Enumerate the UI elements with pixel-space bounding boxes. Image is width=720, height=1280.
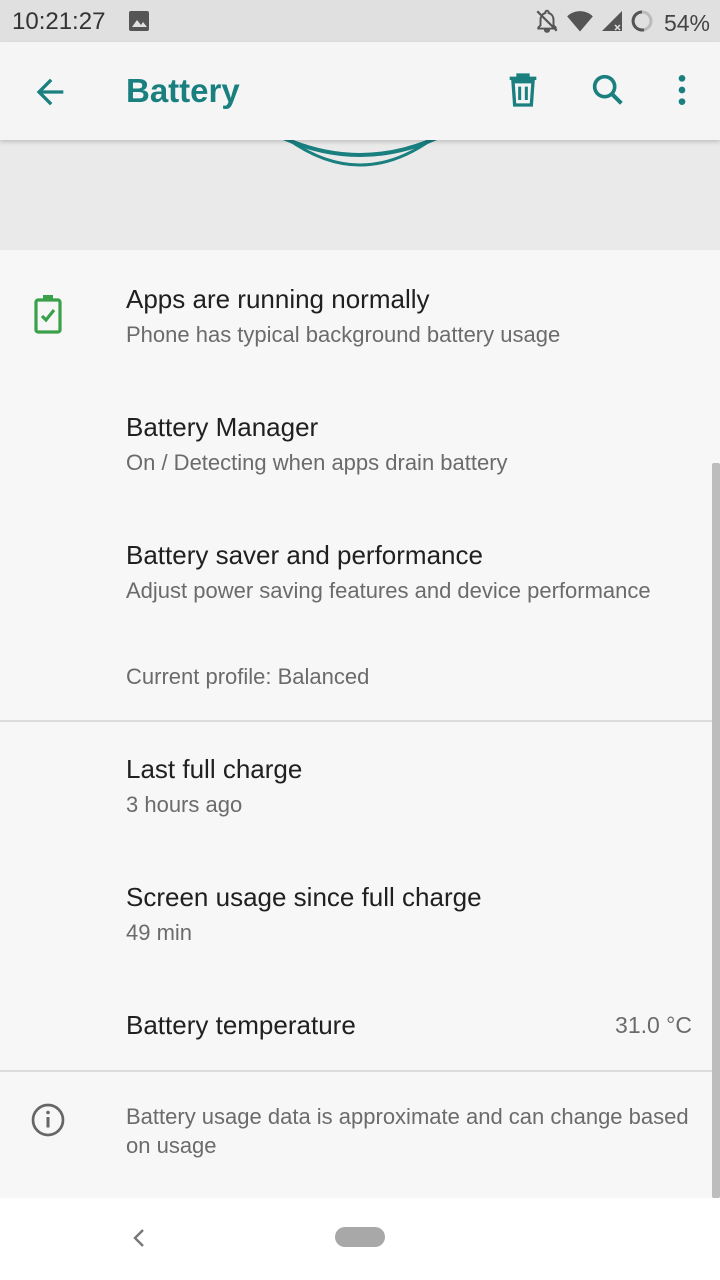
- battery-percent: 54%: [663, 10, 710, 36]
- battery-temperature-title: Battery temperature: [126, 1010, 356, 1040]
- nav-home-pill[interactable]: [335, 1227, 385, 1247]
- navigation-bar: [0, 1198, 720, 1280]
- cellular-signal-icon: [600, 9, 624, 38]
- screen-usage-title: Screen usage since full charge: [126, 882, 482, 912]
- list-item-last-full-charge[interactable]: Last full charge 3 hours ago: [0, 722, 720, 850]
- battery-saver-subtitle: Adjust power saving features and device …: [126, 578, 651, 603]
- last-full-charge-title: Last full charge: [126, 754, 303, 784]
- battery-saver-profile: Current profile: Balanced: [126, 664, 370, 689]
- info-icon: [30, 1102, 66, 1143]
- wifi-icon: [566, 8, 594, 39]
- page-title: Battery: [126, 72, 240, 109]
- scrollbar[interactable]: [712, 463, 720, 1198]
- list-item-battery-temperature[interactable]: Battery temperature 31.0 °C: [0, 978, 720, 1070]
- search-icon[interactable]: [588, 70, 628, 110]
- battery-manager-subtitle: On / Detecting when apps drain battery: [126, 450, 508, 475]
- apps-running-title: Apps are running normally: [126, 284, 430, 314]
- battery-ring-icon: [630, 9, 654, 38]
- app-bar: Battery: [0, 42, 720, 140]
- battery-manager-title: Battery Manager: [126, 412, 319, 442]
- battery-gauge-arc: [283, 140, 437, 167]
- list-item-screen-usage[interactable]: Screen usage since full charge 49 min: [0, 850, 720, 978]
- status-time: 10:21:27: [12, 8, 106, 35]
- status-bar: 10:21:27 54%: [0, 0, 720, 42]
- last-full-charge-subtitle: 3 hours ago: [126, 792, 243, 817]
- delete-icon[interactable]: [503, 70, 543, 110]
- apps-running-subtitle: Phone has typical background battery usa…: [126, 322, 561, 347]
- list-item-apps-running[interactable]: Apps are running normally Phone has typi…: [0, 250, 720, 378]
- notifications-off-icon: [534, 8, 560, 39]
- battery-temperature-value: 31.0 °C: [615, 1012, 692, 1038]
- more-vert-icon[interactable]: [662, 70, 702, 110]
- battery-info-text: Battery usage data is approximate and ca…: [126, 1104, 689, 1158]
- back-icon[interactable]: [30, 72, 70, 112]
- image-icon: [128, 10, 150, 37]
- nav-back-icon[interactable]: [128, 1224, 150, 1257]
- screen-usage-subtitle: 49 min: [126, 920, 193, 945]
- status-icons: 54%: [534, 8, 710, 39]
- battery-saver-title: Battery saver and performance: [126, 540, 483, 570]
- battery-check-icon: [34, 294, 62, 339]
- battery-gauge: [0, 140, 720, 250]
- list-item-battery-manager[interactable]: Battery Manager On / Detecting when apps…: [0, 378, 720, 506]
- list-item-battery-saver[interactable]: Battery saver and performance Adjust pow…: [0, 506, 720, 720]
- battery-info-footer: Battery usage data is approximate and ca…: [0, 1072, 720, 1198]
- battery-settings-list: Apps are running normally Phone has typi…: [0, 250, 720, 1198]
